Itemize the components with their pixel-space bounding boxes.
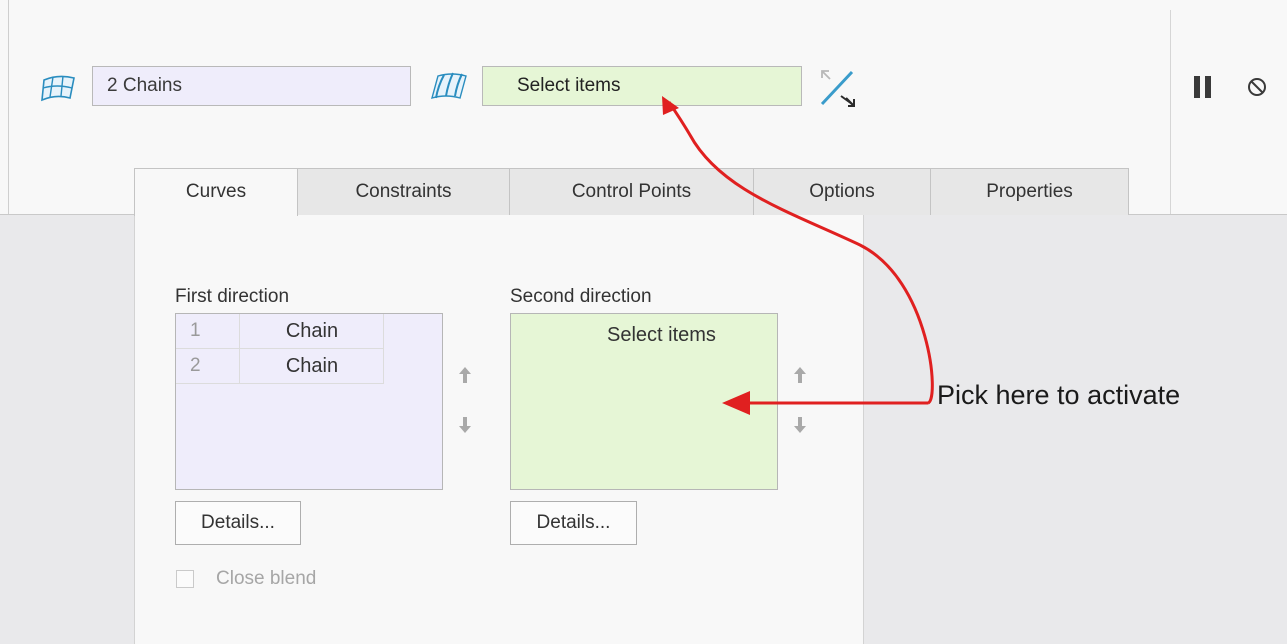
arrowhead-left bbox=[722, 391, 750, 415]
tab-curves[interactable]: Curves bbox=[134, 168, 298, 216]
arrow-to-second-collector bbox=[667, 101, 934, 405]
annotation-arrows bbox=[662, 96, 934, 415]
